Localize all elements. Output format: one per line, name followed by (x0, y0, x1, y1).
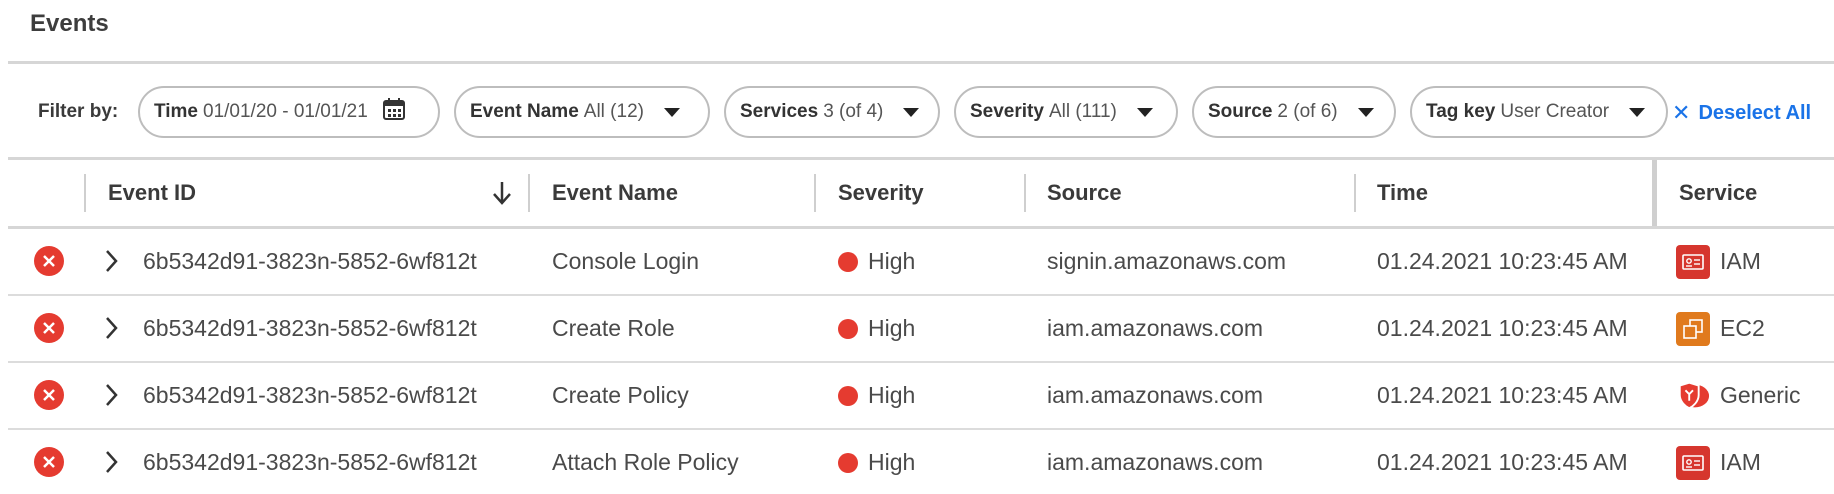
source-cell: iam.amazonaws.com (1047, 449, 1264, 475)
time-cell: 01.24.2021 10:23:45 AM (1377, 449, 1628, 475)
filter-tag-key-key: Tag key (1426, 101, 1496, 122)
severity-cell: High (838, 296, 915, 361)
ec2-icon (1676, 311, 1710, 346)
severity-cell: High (838, 430, 915, 494)
table-row[interactable]: 6b5342d91-3823n-5852-6wf812t Create Role… (8, 296, 1834, 363)
caret-down-icon (1357, 107, 1374, 117)
source-cell: iam.amazonaws.com (1047, 315, 1264, 341)
filter-source[interactable]: Source 2 (of 6) (1192, 86, 1396, 138)
deselect-all-button[interactable]: ✕ Deselect All (1672, 100, 1811, 126)
filter-time-key: Time (154, 101, 199, 122)
service-cell: IAM (1676, 229, 1761, 294)
error-icon (34, 313, 64, 343)
severity-label: High (868, 382, 916, 408)
column-separator (84, 174, 86, 212)
deselect-all-label: Deselect All (1698, 101, 1812, 124)
severity-label: High (868, 315, 916, 341)
page-title: Events (30, 10, 109, 37)
column-header-severity[interactable]: Severity (838, 160, 924, 226)
events-panel: Events Filter by: Time 01/01/20 - 01/01/… (0, 0, 1834, 494)
filter-severity-key: Severity (970, 101, 1044, 122)
severity-dot-icon (838, 318, 858, 339)
column-separator (814, 174, 816, 212)
column-header-service[interactable]: Service (1679, 160, 1757, 226)
filter-source-value: 2 (of 6) (1277, 101, 1338, 122)
column-header-source[interactable]: Source (1047, 160, 1122, 226)
shield-icon (1676, 379, 1710, 413)
event-id-cell: 6b5342d91-3823n-5852-6wf812t (143, 315, 477, 341)
filter-event-name-value: All (12) (583, 101, 644, 122)
filter-severity[interactable]: Severity All (111) (954, 86, 1178, 138)
column-separator (528, 174, 530, 212)
service-cell: Generic (1676, 363, 1801, 428)
time-cell: 01.24.2021 10:23:45 AM (1377, 315, 1628, 341)
service-cell: IAM (1676, 430, 1761, 494)
calendar-icon (382, 97, 406, 127)
service-cell: EC2 (1676, 296, 1765, 361)
iam-icon (1676, 244, 1710, 279)
severity-dot-icon (838, 452, 858, 473)
event-name-cell: Attach Role Policy (552, 449, 739, 475)
column-header-event-id[interactable]: Event ID (108, 160, 196, 226)
event-id-cell: 6b5342d91-3823n-5852-6wf812t (143, 449, 477, 475)
event-name-cell: Console Login (552, 248, 700, 274)
column-resize-handle[interactable] (1652, 160, 1657, 226)
column-separator (1354, 174, 1356, 212)
event-name-cell: Create Role (552, 315, 675, 341)
filter-tag-key[interactable]: Tag key User Creator (1410, 86, 1668, 138)
caret-down-icon (1136, 107, 1153, 117)
close-icon: ✕ (1672, 100, 1691, 125)
iam-icon (1676, 445, 1710, 480)
service-label: IAM (1720, 248, 1761, 274)
chevron-right-icon[interactable] (104, 449, 120, 480)
severity-label: High (868, 248, 916, 274)
filter-time-value: 01/01/20 - 01/01/21 (203, 101, 368, 122)
divider (8, 61, 1834, 64)
filter-services-key: Services (740, 101, 819, 122)
filter-tag-key-value: User Creator (1500, 101, 1610, 122)
filter-services-value: 3 (of 4) (823, 101, 884, 122)
severity-cell: High (838, 363, 915, 428)
chevron-right-icon[interactable] (104, 248, 120, 279)
filter-event-name-key: Event Name (470, 101, 579, 122)
filter-services[interactable]: Services 3 (of 4) (724, 86, 940, 138)
arrow-down-icon[interactable] (490, 180, 514, 211)
severity-dot-icon (838, 251, 858, 272)
error-icon (34, 447, 64, 477)
time-cell: 01.24.2021 10:23:45 AM (1377, 382, 1628, 408)
severity-cell: High (838, 229, 915, 294)
event-name-cell: Create Policy (552, 382, 689, 408)
chevron-right-icon[interactable] (104, 382, 120, 413)
service-label: IAM (1720, 449, 1761, 475)
table-row[interactable]: 6b5342d91-3823n-5852-6wf812t Create Poli… (8, 363, 1834, 430)
column-header-event-name[interactable]: Event Name (552, 160, 678, 226)
filter-severity-value: All (111) (1048, 101, 1117, 122)
source-cell: iam.amazonaws.com (1047, 382, 1264, 408)
caret-down-icon (903, 107, 920, 117)
source-cell: signin.amazonaws.com (1047, 248, 1287, 274)
error-icon (34, 246, 64, 276)
service-label: EC2 (1720, 315, 1765, 341)
caret-down-icon (1629, 107, 1646, 117)
error-icon (34, 380, 64, 410)
filter-event-name[interactable]: Event Name All (12) (454, 86, 710, 138)
table-row[interactable]: 6b5342d91-3823n-5852-6wf812t Attach Role… (8, 430, 1834, 494)
caret-down-icon (663, 107, 680, 117)
filter-time[interactable]: Time 01/01/20 - 01/01/21 (138, 86, 440, 138)
filter-source-key: Source (1208, 101, 1273, 122)
event-id-cell: 6b5342d91-3823n-5852-6wf812t (143, 382, 477, 408)
column-separator (1024, 174, 1026, 212)
column-header-time[interactable]: Time (1377, 160, 1428, 226)
table-header: Event ID Event Name Severity Source Time… (0, 160, 1834, 226)
filter-label: Filter by: (38, 101, 119, 122)
chevron-right-icon[interactable] (104, 315, 120, 346)
severity-label: High (868, 449, 916, 475)
service-label: Generic (1720, 382, 1801, 408)
event-id-cell: 6b5342d91-3823n-5852-6wf812t (143, 248, 477, 274)
time-cell: 01.24.2021 10:23:45 AM (1377, 248, 1628, 274)
severity-dot-icon (838, 385, 858, 406)
filter-bar: Filter by: Time 01/01/20 - 01/01/21 Even… (0, 86, 1834, 138)
table-row[interactable]: 6b5342d91-3823n-5852-6wf812t Console Log… (8, 229, 1834, 296)
